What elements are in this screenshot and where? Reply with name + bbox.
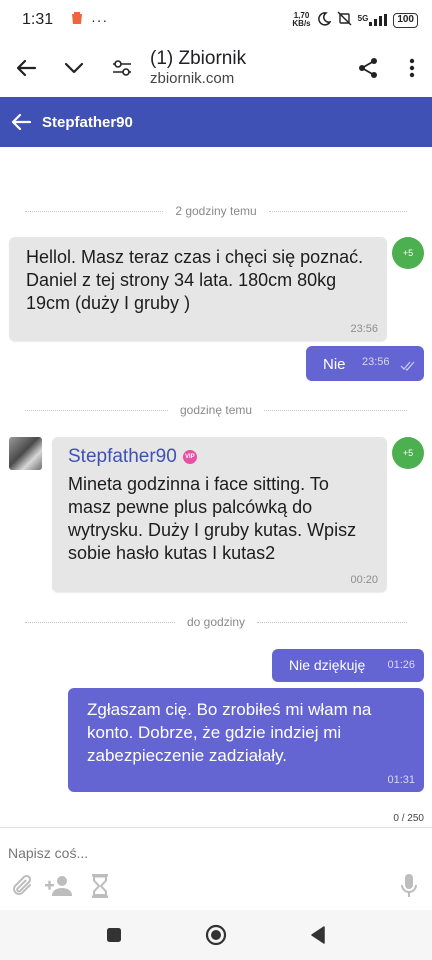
- app-notification-icon: [71, 11, 83, 29]
- page-title: (1) Zbiornik: [150, 47, 247, 69]
- browser-toolbar: (1) Zbiornik zbiornik.com: [0, 40, 432, 96]
- message-time: 23:56: [362, 356, 390, 368]
- attach-icon[interactable]: [9, 872, 37, 900]
- vip-icon: VIP: [182, 450, 197, 464]
- time-separator: do godziny: [25, 612, 408, 632]
- microphone-icon[interactable]: [395, 872, 423, 900]
- more-notifications-icon: ···: [91, 12, 109, 28]
- message-time: 00:20: [350, 574, 378, 586]
- message-time: 01:26: [387, 659, 415, 671]
- page-title-block[interactable]: (1) Zbiornik zbiornik.com: [146, 48, 344, 89]
- message-sender[interactable]: Stepfather90 VIP: [68, 446, 197, 468]
- time-separator: 2 godziny temu: [25, 201, 408, 221]
- clock: 1:31: [22, 11, 54, 28]
- time-separator: godzinę temu: [25, 400, 408, 420]
- chat-header: Stepfather90: [0, 97, 432, 147]
- silent-mode-icon: [337, 11, 352, 29]
- home-icon[interactable]: [202, 921, 230, 949]
- more-options-icon[interactable]: [392, 44, 432, 92]
- add-person-icon[interactable]: [43, 872, 75, 900]
- avatar[interactable]: [9, 437, 42, 470]
- message-text: Zgłaszam cię. Bo zrobiłeś mi włam na kon…: [87, 700, 372, 765]
- outgoing-message[interactable]: Nie dziękuję 01:26: [272, 649, 424, 682]
- incoming-message[interactable]: Stepfather90 VIP Mineta godzinna i face …: [52, 437, 387, 592]
- composer: [0, 827, 432, 910]
- points-badge[interactable]: +5: [392, 437, 424, 469]
- chevron-down-icon[interactable]: [50, 44, 98, 92]
- outgoing-message[interactable]: Zgłaszam cię. Bo zrobiłeś mi włam na kon…: [68, 688, 424, 792]
- incoming-message[interactable]: Hellol. Masz teraz czas i chęci się pozn…: [9, 237, 387, 341]
- chat-messages: 2 godziny temu Hellol. Masz teraz czas i…: [0, 147, 432, 827]
- contact-name[interactable]: Stepfather90: [42, 114, 133, 131]
- read-receipt-icon: [400, 358, 416, 376]
- outgoing-message[interactable]: Nie 23:56: [306, 346, 424, 381]
- status-bar: 1:31 ··· 1,70 KB/s 5G 100: [0, 0, 432, 40]
- site-settings-icon[interactable]: [98, 44, 146, 92]
- page-url: zbiornik.com: [150, 70, 235, 88]
- message-text: Mineta godzinna i face sitting. To masz …: [68, 474, 357, 563]
- message-text: Nie: [323, 356, 346, 373]
- message-text: Nie dziękuję: [289, 657, 366, 673]
- back-triangle-icon[interactable]: [304, 921, 332, 949]
- battery-indicator: 100: [393, 12, 418, 28]
- system-nav-bar: [0, 910, 432, 960]
- message-time: 23:56: [350, 323, 378, 335]
- points-badge[interactable]: +5: [392, 237, 424, 269]
- char-counter: 0 / 250: [393, 813, 424, 824]
- signal-icon: 5G: [358, 14, 388, 26]
- back-arrow-icon[interactable]: [2, 44, 50, 92]
- hourglass-icon[interactable]: [86, 872, 114, 900]
- do-not-disturb-icon: [317, 11, 332, 29]
- message-time: 01:31: [387, 774, 415, 786]
- share-icon[interactable]: [344, 44, 392, 92]
- network-speed: 1,70 KB/s: [292, 11, 311, 28]
- message-input[interactable]: [8, 842, 418, 864]
- recent-apps-icon[interactable]: [100, 921, 128, 949]
- message-text: Hellol. Masz teraz czas i chęci się pozn…: [26, 247, 364, 313]
- back-arrow-icon[interactable]: [0, 97, 42, 147]
